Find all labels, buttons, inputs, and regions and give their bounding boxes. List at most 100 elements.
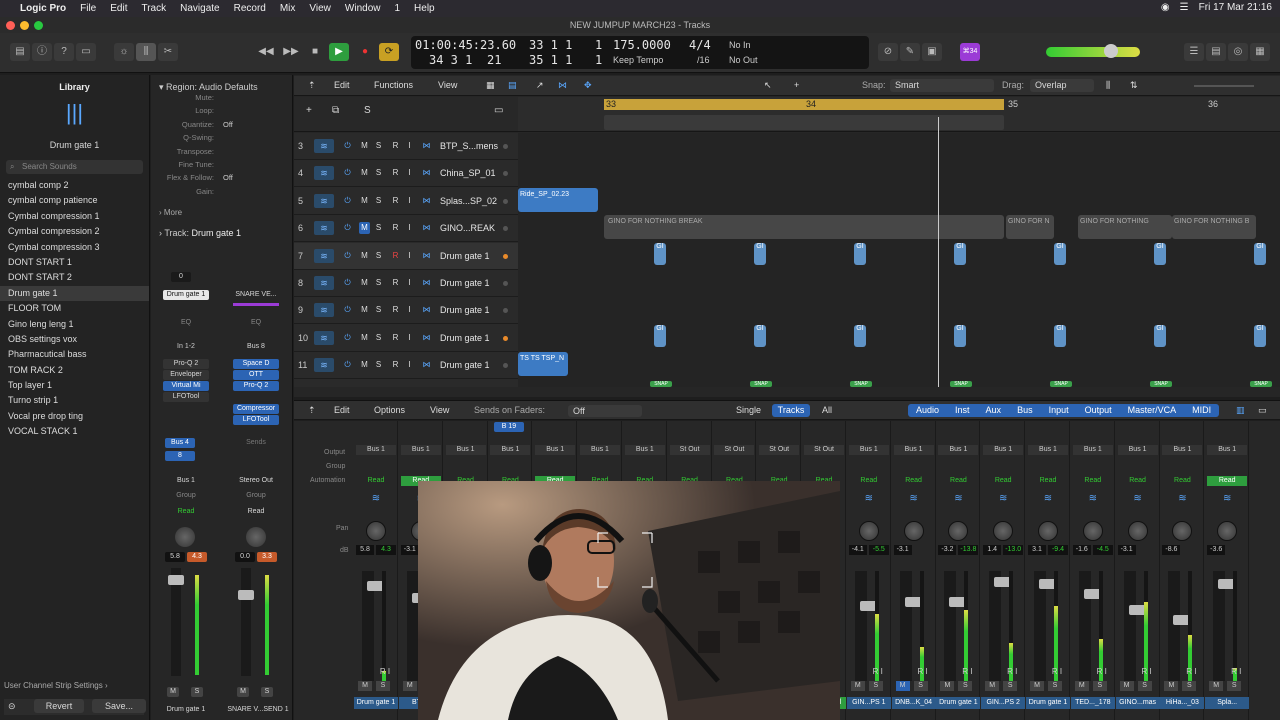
library-item[interactable]: Cymbal compression 2: [0, 224, 149, 239]
mixer-filter-master-vca[interactable]: Master/VCA: [1120, 404, 1185, 417]
strip-name[interactable]: Drum gate 1: [354, 697, 398, 709]
library-item[interactable]: TOM RACK 2: [0, 363, 149, 378]
strip-name[interactable]: TED..._178: [1070, 697, 1115, 709]
list-editors-icon[interactable]: ⊘: [878, 43, 898, 61]
track-name[interactable]: Splas...SP_02: [440, 196, 497, 206]
library-search-input[interactable]: ⌕ Search Sounds: [6, 160, 143, 174]
fader-track[interactable]: [1078, 571, 1102, 681]
strip-output[interactable]: Bus 1: [400, 445, 441, 455]
strip1-group[interactable]: Group: [163, 491, 209, 501]
arrange-area[interactable]: Ride_SP_02.23 GINO FOR NOTHING BREAK GIN…: [518, 117, 1280, 387]
track-header[interactable]: 3 ≋ ⏻ M S R I ⋈ BTP_S...mens: [294, 133, 518, 160]
strip-output[interactable]: Bus 1: [1028, 445, 1068, 455]
menu-help[interactable]: Help: [414, 3, 435, 14]
fader-track[interactable]: [362, 571, 385, 681]
strip-volume[interactable]: -1.6: [1072, 545, 1091, 555]
strip1-eq[interactable]: EQ: [163, 318, 209, 328]
quick-help-icon[interactable]: ?: [54, 43, 74, 61]
menu-window[interactable]: Window: [345, 3, 381, 14]
library-item[interactable]: Pharmacutical bass: [0, 347, 149, 362]
mixer-filter-bus[interactable]: Bus: [1009, 404, 1041, 417]
solo-button[interactable]: S: [373, 250, 384, 262]
toolbar-toggle-icon[interactable]: ▭: [76, 43, 96, 61]
strip-name[interactable]: Drum gate 1: [1026, 697, 1070, 709]
strip-output[interactable]: St Out: [669, 445, 710, 455]
strip2-fader[interactable]: [238, 590, 254, 600]
region-gino-1[interactable]: GINO FOR NOTHING BREAK: [604, 215, 1004, 239]
solo-button[interactable]: S: [1092, 681, 1107, 691]
vertical-zoom-icon[interactable]: ⇅: [1130, 80, 1138, 91]
mute-button[interactable]: M: [985, 681, 1000, 691]
drag-select[interactable]: Overlap: [1030, 79, 1094, 92]
record-enable-button[interactable]: R: [390, 250, 401, 262]
strip1-plugin-4[interactable]: LFOTool: [163, 392, 209, 402]
power-icon[interactable]: ⏻: [342, 195, 353, 207]
record-enable-button[interactable]: R: [390, 277, 401, 289]
strip-name[interactable]: GIN...PS 2: [981, 697, 1026, 709]
mute-button[interactable]: M: [359, 250, 370, 262]
track-header[interactable]: 7 ≋ ⏻ M S R I ⋈ Drum gate 1: [294, 242, 518, 270]
track-header[interactable]: 9 ≋ ⏻ M S R I ⋈ Drum gate 1: [294, 297, 518, 325]
fader-track[interactable]: [1123, 571, 1147, 681]
strip-volume[interactable]: -4.1: [848, 545, 867, 555]
power-icon[interactable]: ⏻: [342, 250, 353, 262]
list-icon[interactable]: ☰: [1184, 43, 1204, 61]
record-enable-button[interactable]: R: [390, 140, 401, 152]
record-input-buttons[interactable]: R I: [1180, 667, 1202, 677]
track-header[interactable]: 10 ≋ ⏻ M S R I ⋈ Drum gate 1: [294, 325, 518, 352]
solo-button[interactable]: S: [373, 304, 384, 316]
record-input-buttons[interactable]: R I: [1225, 667, 1247, 677]
menu-app[interactable]: Logic Pro: [20, 3, 66, 14]
strip2-mute[interactable]: M: [237, 687, 249, 697]
region-drum-gate[interactable]: GI: [954, 243, 966, 265]
tuner-icon[interactable]: ✎: [900, 43, 920, 61]
inspector-param-value[interactable]: Off: [223, 120, 233, 129]
mixer-back-icon[interactable]: ⇡: [308, 405, 316, 416]
strip-automation[interactable]: Read: [1118, 476, 1158, 486]
track-name[interactable]: Drum gate 1: [440, 278, 490, 288]
fader-track[interactable]: [1034, 571, 1057, 681]
pan-knob[interactable]: [1172, 521, 1193, 541]
pan-knob[interactable]: [1082, 521, 1103, 541]
region-drum-gate[interactable]: GI: [1254, 325, 1266, 347]
strip-output[interactable]: St Out: [759, 445, 800, 455]
region-gino-2[interactable]: GINO FOR N: [1006, 215, 1054, 239]
strip2-eq[interactable]: EQ: [233, 318, 279, 328]
region-drum-gate[interactable]: GI: [654, 243, 666, 265]
control-center-icon[interactable]: ☰: [1180, 2, 1189, 13]
record-input-buttons[interactable]: R I: [912, 667, 934, 677]
editors-toggle-icon[interactable]: ✂: [158, 43, 178, 61]
tracks-functions-menu[interactable]: Functions: [374, 80, 413, 90]
strip-output[interactable]: Bus 1: [1207, 445, 1248, 455]
library-toggle-icon[interactable]: ▤: [10, 43, 30, 61]
mute-button[interactable]: M: [850, 681, 865, 691]
solo-button[interactable]: S: [373, 277, 384, 289]
solo-button[interactable]: S: [913, 681, 928, 691]
region-snap[interactable]: SNAP: [950, 381, 972, 387]
strip2-plugin-4[interactable]: Compressor: [233, 404, 279, 414]
record-input-buttons[interactable]: R I: [374, 667, 396, 677]
play-icon[interactable]: ▶: [329, 43, 349, 61]
track-name[interactable]: Drum gate 1: [440, 360, 490, 370]
strip-output[interactable]: Bus 1: [1117, 445, 1158, 455]
menu-navigate[interactable]: Navigate: [180, 3, 219, 14]
strip-name[interactable]: DNB...K_04: [891, 697, 936, 709]
strip-output[interactable]: Bus 1: [445, 445, 486, 455]
strip-output[interactable]: Bus 1: [624, 445, 665, 455]
region-drum-gate[interactable]: GI: [754, 325, 766, 347]
power-icon[interactable]: ⏻: [342, 222, 353, 234]
mixer-edit-menu[interactable]: Edit: [334, 405, 350, 415]
strip-volume[interactable]: -3.1: [400, 545, 419, 555]
track-header[interactable]: 6 ≋ ⏻ M S R I ⋈ GINO...REAK: [294, 215, 518, 243]
flex-icon[interactable]: ⋈: [421, 304, 432, 316]
menu-edit[interactable]: Edit: [110, 3, 127, 14]
strip-name[interactable]: HiHa..._03: [1160, 697, 1205, 709]
library-item[interactable]: cymbal comp patience: [0, 193, 149, 208]
solo-button[interactable]: S: [1048, 681, 1062, 691]
record-enable-button[interactable]: R: [390, 332, 401, 344]
mute-button[interactable]: M: [359, 332, 370, 344]
strip-automation[interactable]: Read: [849, 476, 889, 486]
grid-view-icon[interactable]: ▦: [486, 80, 495, 91]
rewind-icon[interactable]: ◀◀: [256, 43, 276, 61]
fader-track[interactable]: [944, 571, 968, 681]
